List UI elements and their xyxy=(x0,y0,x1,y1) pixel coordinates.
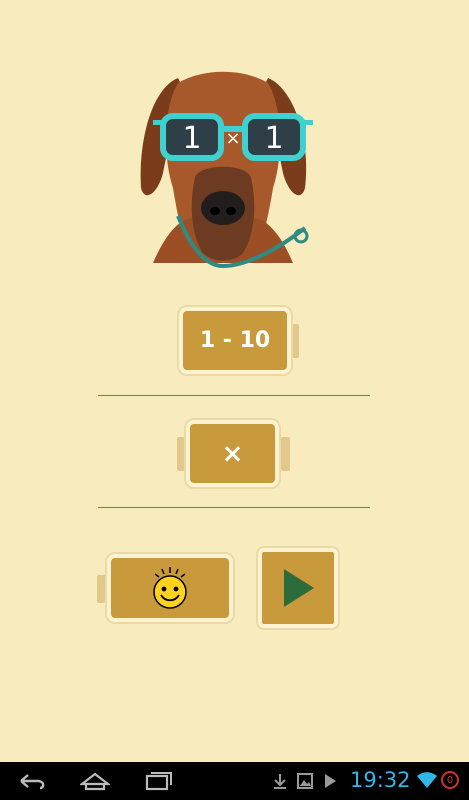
status-clock: 19:32 xyxy=(350,768,411,792)
dog-logo: 1 × 1 xyxy=(140,71,313,268)
difficulty-mood-button[interactable] xyxy=(107,554,233,622)
mood-button-side-tab xyxy=(97,575,106,603)
logo-operator: × xyxy=(225,128,240,149)
operator-button-label: × xyxy=(221,438,244,469)
app-screen: 1 × 1 1 - 10 × xyxy=(0,0,469,762)
range-button[interactable]: 1 - 10 xyxy=(179,307,291,374)
gallery-icon xyxy=(297,773,313,789)
recent-apps-icon[interactable] xyxy=(144,770,174,792)
system-nav-bar: 19:32 0 xyxy=(0,762,469,800)
wifi-icon xyxy=(417,772,437,788)
range-button-label: 1 - 10 xyxy=(199,328,271,353)
notification-badge: 0 xyxy=(441,771,459,789)
back-icon[interactable] xyxy=(18,770,48,792)
logo-right-number: 1 xyxy=(264,121,283,156)
range-button-side-tab xyxy=(290,324,299,358)
download-icon xyxy=(274,774,286,789)
notification-count: 0 xyxy=(446,774,454,786)
play-button[interactable] xyxy=(258,548,338,628)
operator-button-left-tab xyxy=(177,437,186,471)
divider-top xyxy=(98,395,370,396)
operator-button[interactable]: × xyxy=(186,420,279,487)
operator-button-right-tab xyxy=(281,437,290,471)
play-store-icon xyxy=(325,774,336,788)
smiley-face-icon xyxy=(153,567,187,609)
play-icon xyxy=(284,569,314,607)
home-icon[interactable] xyxy=(80,770,110,792)
logo-left-number: 1 xyxy=(182,121,201,156)
divider-bottom xyxy=(98,507,370,508)
